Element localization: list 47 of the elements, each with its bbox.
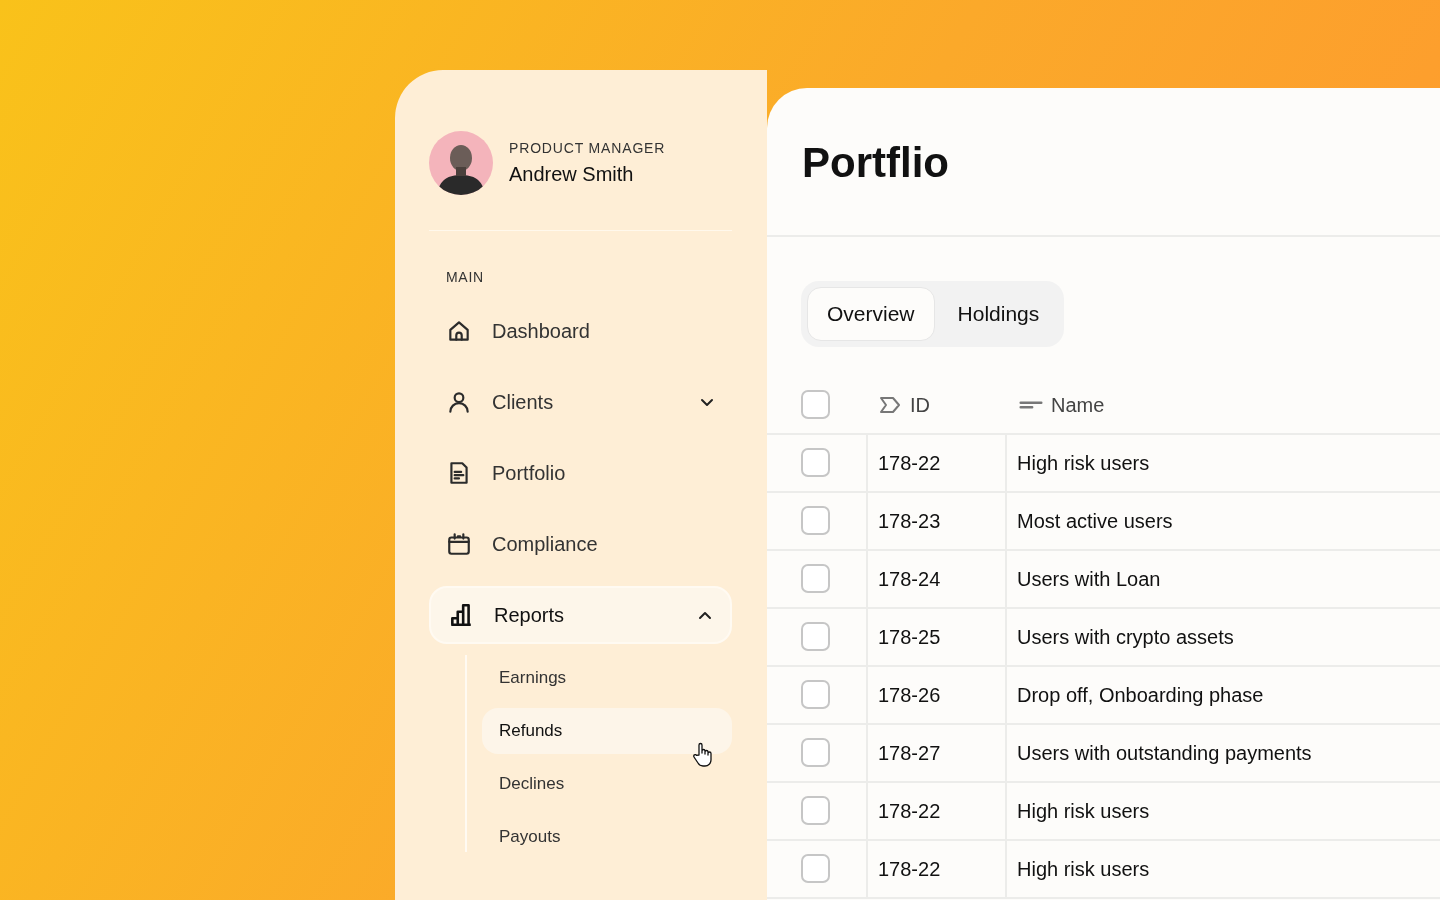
calendar-icon — [446, 531, 472, 557]
bar-chart-icon — [448, 602, 474, 628]
checkbox[interactable] — [801, 448, 830, 477]
table-cell: 178-25 — [866, 608, 1005, 665]
table-cell: 178-26 — [866, 666, 1005, 723]
sidebar-item[interactable]: Dashboard — [429, 302, 732, 360]
table-cell: Most active users — [1005, 492, 1440, 549]
home-icon — [446, 318, 472, 344]
checkbox[interactable] — [801, 390, 830, 419]
hand-cursor-icon — [692, 742, 714, 768]
user-name: Andrew Smith — [509, 161, 635, 187]
table-cell: Users with outstanding payments — [1005, 724, 1440, 781]
user-icon — [446, 389, 472, 415]
column-header[interactable]: ID — [878, 389, 930, 420]
sidebar-item[interactable]: Reports — [429, 586, 732, 644]
tab[interactable]: Overview — [807, 287, 935, 341]
table-cell: 178-22 — [866, 840, 1005, 897]
checkbox[interactable] — [801, 564, 830, 593]
table-cell: 178-24 — [866, 550, 1005, 607]
checkbox[interactable] — [801, 506, 830, 535]
lines-icon — [1019, 400, 1043, 409]
page-title: Portflio — [767, 88, 1440, 237]
table-cell: 178-23 — [866, 492, 1005, 549]
table-cell: 178-27 — [866, 724, 1005, 781]
sidebar-subitem[interactable]: Payouts — [482, 814, 732, 860]
sidebar-subitem[interactable]: Earnings — [482, 655, 732, 701]
table-cell: High risk users — [1005, 840, 1440, 897]
sidebar-subitem[interactable]: Declines — [482, 761, 732, 807]
table-cell: 178-22 — [866, 434, 1005, 491]
section-label: MAIN — [445, 268, 485, 287]
sidebar-item[interactable]: Portfolio — [429, 444, 732, 502]
role-label: PRODUCT MANAGER — [509, 138, 666, 158]
table-cell: High risk users — [1005, 434, 1440, 491]
table-cell: Users with Loan — [1005, 550, 1440, 607]
table-cell: Drop off, Onboarding phase — [1005, 666, 1440, 723]
checkbox[interactable] — [801, 796, 830, 825]
table-cell: High risk users — [1005, 782, 1440, 839]
checkbox[interactable] — [801, 680, 830, 709]
table-cell: 178-22 — [866, 782, 1005, 839]
checkbox[interactable] — [801, 738, 830, 767]
checkbox[interactable] — [801, 854, 830, 883]
tab[interactable]: Holdings — [938, 287, 1059, 341]
column-header[interactable]: Name — [1019, 389, 1105, 420]
sidebar-item[interactable]: Compliance — [429, 515, 732, 573]
checkbox[interactable] — [801, 622, 830, 651]
sidebar-item[interactable]: Clients — [429, 373, 732, 431]
table-cell: Users with crypto assets — [1005, 608, 1440, 665]
